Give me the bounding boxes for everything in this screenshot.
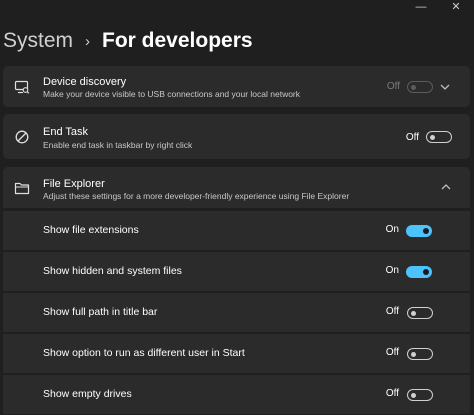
device-discovery-state: Off [386,81,400,92]
file-explorer-card[interactable]: File Explorer Adjust these settings for … [3,167,470,208]
setting-state: Off [385,306,399,317]
device-discovery-title: Device discovery [43,76,127,88]
setting-state: Off [385,388,399,399]
breadcrumb: System › For developers [3,26,253,56]
setting-state: Off [385,347,399,358]
breadcrumb-system-link[interactable]: System [3,29,73,53]
end-task-toggle[interactable] [426,131,452,143]
setting-state: On [385,265,399,276]
page-title: For developers [102,29,253,52]
setting-label: Show empty drives [43,388,132,400]
prohibited-icon [15,130,29,144]
end-task-title: End Task [43,126,89,138]
title-bar: — ✕ [0,0,474,20]
setting-row-run-as-different-user[interactable]: Show option to run as different user in … [3,334,470,373]
device-discovery-card[interactable]: Device discovery Make your device visibl… [3,66,470,107]
setting-label: Show hidden and system files [43,265,182,277]
setting-row-show-file-extensions[interactable]: Show file extensions On [3,211,470,250]
setting-state: On [385,224,399,235]
chevron-up-icon[interactable] [440,181,452,193]
setting-label: Show option to run as different user in … [43,347,245,359]
end-task-state: Off [405,132,419,143]
chevron-down-icon[interactable] [439,81,451,93]
setting-row-show-full-path[interactable]: Show full path in title bar Off [3,293,470,332]
folder-icon [14,182,30,195]
file-explorer-subtitle: Adjust these settings for a more develop… [43,191,350,201]
run-as-different-user-toggle[interactable] [407,348,433,360]
show-empty-drives-toggle[interactable] [407,389,433,401]
setting-row-show-empty-drives[interactable]: Show empty drives Off [3,375,470,414]
device-discovery-subtitle: Make your device visible to USB connecti… [43,89,301,99]
device-discovery-icon [14,80,30,94]
setting-label: Show full path in title bar [43,306,158,318]
setting-row-show-hidden-files[interactable]: Show hidden and system files On [3,252,470,291]
close-button[interactable]: ✕ [444,0,468,14]
show-hidden-files-toggle[interactable] [406,266,432,278]
file-explorer-title: File Explorer [43,178,105,190]
show-file-extensions-toggle[interactable] [406,225,432,237]
show-full-path-toggle[interactable] [407,307,433,319]
minimize-button[interactable]: — [409,0,433,14]
end-task-card[interactable]: End Task Enable end task in taskbar by r… [3,114,470,159]
device-discovery-toggle [407,81,433,93]
setting-label: Show file extensions [43,224,139,236]
end-task-subtitle: Enable end task in taskbar by right clic… [43,140,193,150]
chevron-right-icon: › [85,32,91,50]
